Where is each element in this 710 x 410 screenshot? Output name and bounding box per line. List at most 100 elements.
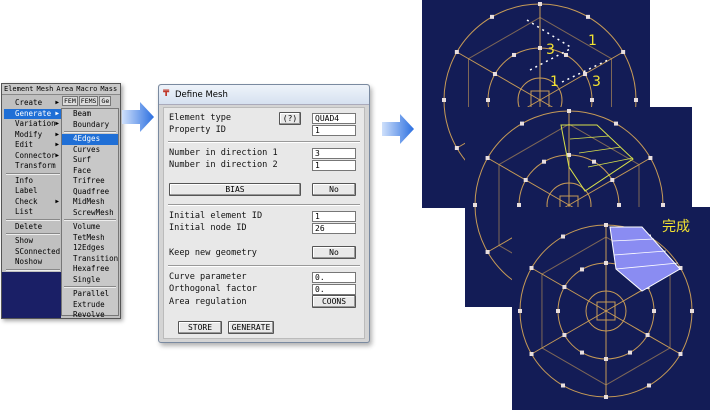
initial-element-field[interactable]: 1 (312, 211, 356, 222)
mesh-node (592, 159, 596, 164)
menu-item-connector[interactable]: Connector ▶ (4, 151, 62, 162)
toolbar-tab[interactable]: Ge (99, 96, 112, 106)
menu-item-edit[interactable]: Edit ▶ (4, 140, 62, 151)
element-type-field[interactable]: QUAD4 (312, 113, 356, 124)
menubar-item[interactable]: Element (4, 85, 34, 93)
submenu-item-midmesh[interactable]: MidMesh (62, 197, 118, 208)
mesh-node (442, 98, 446, 102)
store-button[interactable]: STORE (178, 321, 222, 334)
toolbar-tab[interactable]: FEM (62, 96, 78, 106)
area-reg-button[interactable]: COONS (312, 295, 356, 308)
submenu-item-4edges[interactable]: 4Edges (62, 134, 118, 145)
element-type-help-button[interactable]: (?) (279, 112, 301, 125)
submenu-item-face[interactable]: Face (62, 166, 118, 177)
menu-item-generate[interactable]: Generate ▶ (4, 108, 62, 119)
submenu-item-volume[interactable]: Volume (62, 222, 118, 233)
submenu-item-trifree[interactable]: Trifree (62, 176, 118, 187)
menu-item-label: Label (15, 186, 38, 195)
ortho-factor-field[interactable]: 0. (312, 284, 356, 295)
keep-geometry-button[interactable]: No (312, 246, 356, 259)
mesh-node (486, 98, 490, 102)
submenu-item-beam[interactable]: Beam (62, 109, 118, 120)
menu-item-show[interactable]: Show (4, 236, 62, 247)
menu-item-label: Transform (15, 161, 56, 170)
division-count-label: 1 (550, 74, 559, 90)
curve-param-field[interactable]: 0. (312, 272, 356, 283)
mesh-node (538, 2, 542, 6)
mesh-node (454, 50, 459, 54)
mesh-node (583, 72, 588, 76)
submenu-item-surf[interactable]: Surf (62, 155, 118, 166)
mesh-node (567, 109, 571, 113)
submenu-arrow-icon: ▶ (55, 151, 59, 159)
submenu-item-boundary[interactable]: Boundary (62, 120, 118, 131)
menubar-item[interactable]: Mass (100, 85, 117, 93)
right-arrow-icon (122, 102, 154, 132)
menu-item-modify[interactable]: Modify ▶ (4, 130, 62, 141)
generate-button[interactable]: GENERATE (228, 321, 274, 334)
bias-button[interactable]: BIAS (169, 183, 301, 196)
mesh-node (590, 98, 594, 102)
initial-element-label: Initial element ID (169, 211, 263, 221)
mesh-node (604, 261, 608, 265)
menu-item-label: Delete (15, 221, 43, 231)
mesh-node (520, 121, 524, 126)
menubar-item[interactable]: Area (56, 85, 73, 93)
dialog-titlebar[interactable]: ₸ Define Mesh (159, 85, 369, 105)
submenu-item-screwmesh[interactable]: ScrewMesh (62, 208, 118, 219)
menu-item-info[interactable]: Info (4, 176, 62, 187)
submenu-item-quadfree[interactable]: Quadfree (62, 187, 118, 198)
mesh-node (610, 178, 615, 182)
menu-separator (64, 131, 116, 133)
menu-item-label: Generate (15, 108, 52, 118)
define-mesh-dialog: ₸ Define Mesh Element type (?) QUAD4 Pro… (158, 84, 370, 343)
menu-item-label: Info (15, 175, 34, 185)
menu-item-transform[interactable]: Transform (4, 161, 62, 172)
submenu-item-transition[interactable]: Transition (62, 254, 118, 265)
menu-item-noshow[interactable]: Noshow (4, 257, 62, 268)
menu-item-list[interactable]: List (4, 207, 62, 218)
menu-item-delete[interactable]: Delete (4, 222, 62, 233)
spoke-line (568, 157, 651, 206)
menu-item-check[interactable]: Check ▶ (4, 197, 62, 208)
generate-context-menu: Create ▶ Generate ▶ Variation ▶ Modify ▶ Edit ▶ Co… (4, 98, 62, 282)
submenu-item-curves[interactable]: Curves (62, 145, 118, 156)
menu-item-label: List (15, 207, 34, 216)
hex-chord (468, 17, 541, 60)
mesh-node (580, 267, 584, 272)
submenu-item-tetmesh[interactable]: TetMesh (62, 233, 118, 244)
num-dir1-field[interactable]: 3 (312, 148, 356, 159)
num-dir1-label: Number in direction 1 (169, 148, 278, 158)
menu-item-variation[interactable]: Variation ▶ (4, 119, 62, 130)
submenu-item-extrude[interactable]: Extrude (62, 300, 118, 311)
menubar-item[interactable]: Mesh (37, 85, 54, 93)
menubar-item[interactable]: F (120, 85, 121, 93)
property-id-label: Property ID (169, 125, 226, 135)
toolbar-tab[interactable]: FEMS (78, 96, 99, 106)
submenu-item-parallel[interactable]: Parallel (62, 289, 118, 300)
menu-item-sconnected[interactable]: SConnected (4, 247, 62, 258)
menu-separator (6, 268, 60, 271)
mesh-node (490, 14, 494, 19)
menu-panel: ElementMeshAreaMacroMassF FEMFEMSGe Crea… (1, 83, 121, 319)
submenu-item-single[interactable]: Single (62, 275, 118, 286)
mesh-node (604, 395, 608, 399)
submenu-item-revolve[interactable]: Revolve (62, 310, 118, 318)
menu-item-label: Show (15, 236, 34, 245)
initial-node-field[interactable]: 26 (312, 223, 356, 234)
property-id-field[interactable]: 1 (312, 125, 356, 136)
menu-item-label[interactable]: Label (4, 186, 62, 197)
submenu-item-hexafree[interactable]: Hexafree (62, 264, 118, 275)
num-dir2-field[interactable]: 1 (312, 160, 356, 171)
menu-item-create[interactable]: Create ▶ (4, 98, 62, 109)
mesh-node (564, 52, 568, 57)
hex-chord (498, 123, 570, 166)
mesh-node (652, 309, 656, 313)
mesh-node (690, 309, 694, 313)
submenu-item-12edges[interactable]: 12Edges (62, 243, 118, 254)
hex-chord (541, 236, 607, 275)
bias-toggle-button[interactable]: No (312, 183, 356, 196)
mesh-node (556, 309, 560, 313)
menubar-item[interactable]: Macro (76, 85, 97, 93)
mesh-node (567, 153, 571, 157)
